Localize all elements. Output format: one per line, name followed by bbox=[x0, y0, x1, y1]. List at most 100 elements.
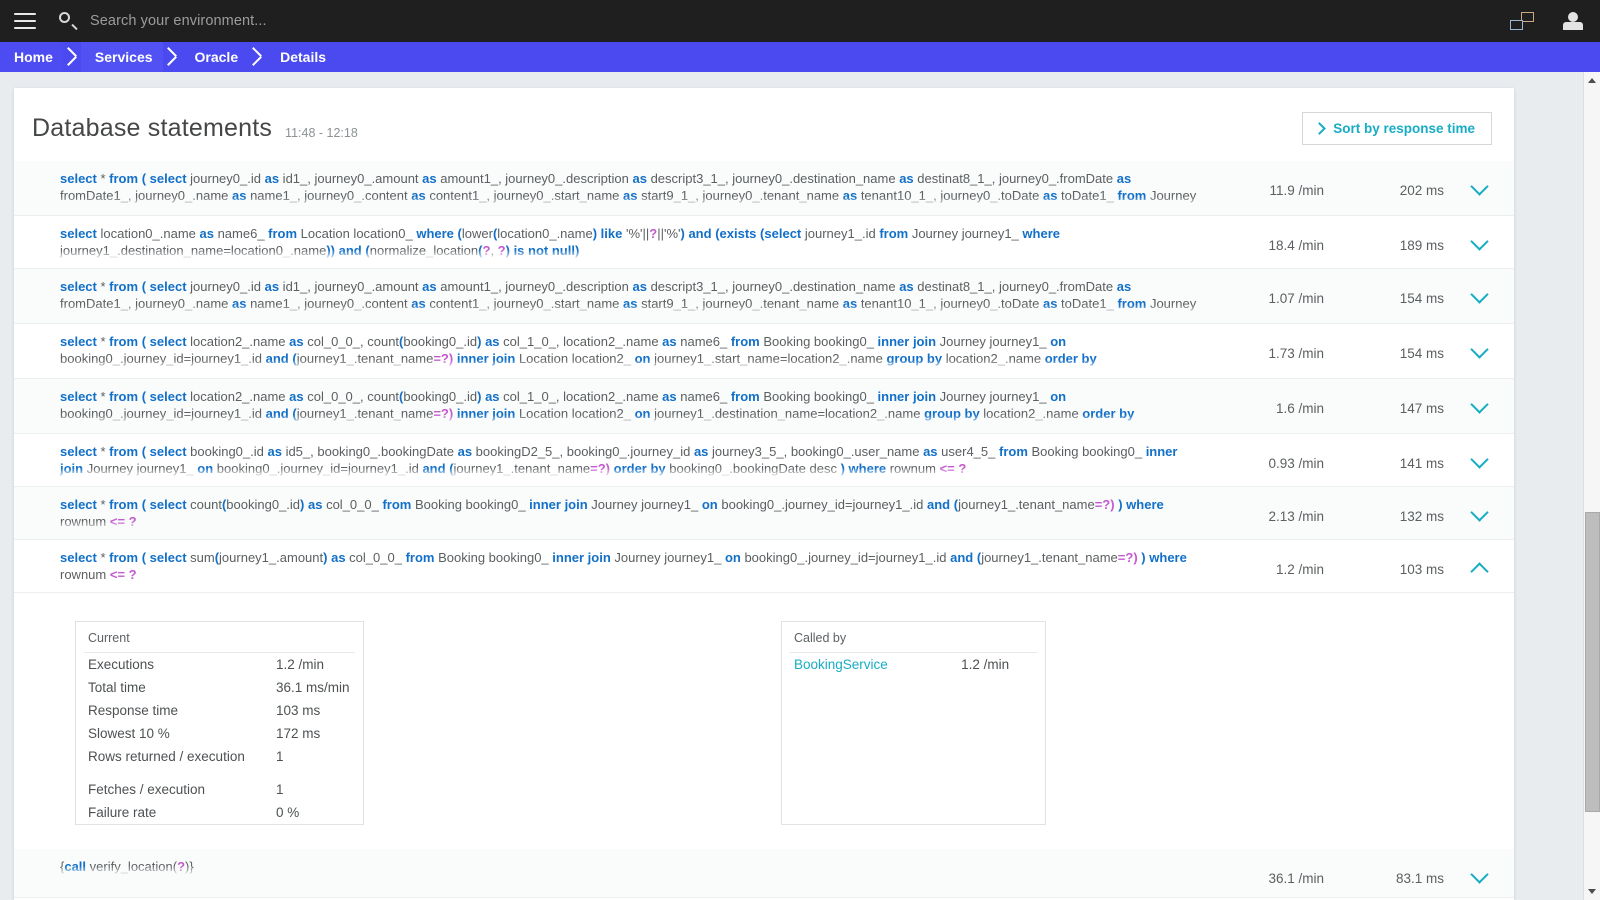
metric-row: Response time 103 ms bbox=[76, 699, 363, 722]
page-content: Database statements 11:48 - 12:18 Sort b… bbox=[0, 72, 1600, 900]
statement-row[interactable]: select * from ( select journey0_.id as i… bbox=[14, 269, 1514, 324]
metric-row: Executions 1.2 /min bbox=[76, 653, 363, 676]
statement-sql: select * from ( select location2_.name a… bbox=[14, 388, 1214, 424]
metric-label: Executions bbox=[88, 657, 155, 672]
called-by-rate: 1.2 /min bbox=[961, 657, 1010, 672]
scroll-up-arrow-icon[interactable] bbox=[1584, 72, 1600, 89]
metric-label: Failure rate bbox=[88, 805, 157, 820]
expand-row-button[interactable] bbox=[1444, 496, 1514, 522]
statement-response-time: 202 ms bbox=[1399, 183, 1444, 198]
page-title: Database statements bbox=[32, 114, 273, 142]
expand-row-button[interactable] bbox=[1444, 333, 1514, 359]
statement-response-time: 132 ms bbox=[1399, 509, 1444, 524]
top-bar bbox=[0, 0, 1600, 42]
breadcrumb-label: Details bbox=[280, 49, 327, 65]
sort-button-label: Sort by response time bbox=[1333, 121, 1475, 136]
statement-sql: select * from ( select journey0_.id as i… bbox=[14, 170, 1214, 206]
breadcrumb-label: Home bbox=[14, 49, 53, 65]
metric-row: Rows returned / execution 1 bbox=[76, 745, 363, 768]
expand-row-button[interactable] bbox=[1444, 858, 1514, 884]
user-icon[interactable] bbox=[1562, 11, 1584, 32]
statement-detail-panel: Current Executions 1.2 /min Total time 36.1 … bbox=[14, 593, 1514, 849]
breadcrumb-label: Services bbox=[94, 49, 153, 65]
statement-rate: 11.9 /min bbox=[1269, 183, 1324, 198]
time-range-label: 11:48 - 12:18 bbox=[285, 125, 358, 140]
statement-row[interactable]: select * from ( select booking0_.id as i… bbox=[14, 434, 1514, 487]
windows-icon[interactable] bbox=[1510, 11, 1534, 31]
statement-row-last[interactable]: {call verify_location(?)} 36.1 /min 83.1 m… bbox=[14, 849, 1514, 898]
scroll-down-arrow-icon[interactable] bbox=[1584, 883, 1600, 900]
top-bar-actions bbox=[1510, 0, 1584, 42]
chevron-down-icon bbox=[1469, 395, 1489, 414]
statement-sql: select * from ( select booking0_.id as i… bbox=[14, 443, 1214, 477]
scrollbar-thumb[interactable] bbox=[1585, 512, 1600, 812]
breadcrumb-separator-icon bbox=[63, 42, 81, 72]
expand-row-button[interactable] bbox=[1444, 170, 1514, 196]
statement-response-time: 154 ms bbox=[1399, 291, 1444, 306]
expand-row-button[interactable] bbox=[1444, 278, 1514, 304]
breadcrumb-separator-icon bbox=[248, 42, 266, 72]
chevron-down-icon bbox=[1469, 340, 1489, 359]
metric-value: 1 bbox=[276, 749, 284, 764]
chevron-up-icon bbox=[1469, 562, 1489, 581]
metric-value: 172 ms bbox=[276, 726, 321, 741]
breadcrumb-item-services[interactable]: Services bbox=[80, 42, 163, 72]
search-input[interactable] bbox=[90, 13, 510, 29]
statement-row[interactable]: select * from ( select journey0_.id as i… bbox=[14, 161, 1514, 216]
metric-label: Rows returned / execution bbox=[88, 749, 245, 764]
sort-by-response-time-button[interactable]: Sort by response time bbox=[1302, 112, 1492, 145]
breadcrumb-item-details[interactable]: Details bbox=[266, 42, 337, 72]
metric-value: 36.1 ms/min bbox=[276, 680, 350, 695]
statement-sql: select location0_.name as name6_ from Lo… bbox=[14, 225, 1214, 259]
statement-rate: 36.1 /min bbox=[1268, 871, 1324, 886]
expand-row-button[interactable] bbox=[1444, 225, 1514, 251]
statement-row[interactable]: select * from ( select count(booking0_.i… bbox=[14, 487, 1514, 540]
statement-list: select * from ( select journey0_.id as i… bbox=[14, 161, 1514, 900]
card-header: Database statements 11:48 - 12:18 Sort b… bbox=[14, 88, 1514, 161]
statement-response-time: 154 ms bbox=[1399, 346, 1444, 361]
metric-label: Fetches / execution bbox=[88, 782, 206, 797]
statement-sql: select * from ( select sum(journey1_.amo… bbox=[60, 550, 1187, 582]
metric-row: Failure rate 0 % bbox=[76, 801, 363, 824]
statement-rate: 0.93 /min bbox=[1268, 456, 1324, 471]
breadcrumb-item-home[interactable]: Home bbox=[0, 42, 63, 72]
chevron-down-icon bbox=[1469, 177, 1489, 196]
statement-response-time: 141 ms bbox=[1399, 456, 1444, 471]
chevron-down-icon bbox=[1469, 865, 1489, 884]
breadcrumb-separator-icon bbox=[163, 42, 181, 72]
metric-value: 0 % bbox=[276, 805, 300, 820]
statement-response-time: 83.1 ms bbox=[1395, 871, 1444, 886]
called-by-service-link[interactable]: BookingService bbox=[782, 653, 931, 676]
statement-row[interactable]: select * from ( select location2_.name a… bbox=[14, 379, 1514, 434]
search-icon bbox=[58, 11, 78, 31]
chevron-down-icon bbox=[1469, 285, 1489, 304]
statement-rate: 1.6 /min bbox=[1275, 401, 1324, 416]
hamburger-menu-icon[interactable] bbox=[14, 13, 36, 29]
breadcrumb-label: Oracle bbox=[194, 49, 239, 65]
statement-response-time: 103 ms bbox=[1399, 562, 1444, 577]
statement-row[interactable]: select * from ( select sum(journey1_.amo… bbox=[14, 540, 1514, 593]
expand-row-button[interactable] bbox=[1444, 388, 1514, 414]
metric-value: 103 ms bbox=[276, 703, 321, 718]
metric-label: Total time bbox=[88, 680, 146, 695]
collapse-row-button[interactable] bbox=[1444, 549, 1514, 581]
chevron-down-icon bbox=[1469, 503, 1489, 522]
expand-row-button[interactable] bbox=[1444, 443, 1514, 469]
breadcrumb-item-oracle[interactable]: Oracle bbox=[180, 42, 249, 72]
called-by-row: BookingService 1.2 /min bbox=[782, 653, 1045, 676]
metric-row: Total time 36.1 ms/min bbox=[76, 676, 363, 699]
statement-row[interactable]: select * from ( select location2_.name a… bbox=[14, 324, 1514, 379]
statement-row[interactable]: select location0_.name as name6_ from Lo… bbox=[14, 216, 1514, 269]
vertical-scrollbar[interactable] bbox=[1583, 72, 1600, 900]
called-by-header: Called by bbox=[794, 631, 847, 645]
chevron-down-icon bbox=[1469, 450, 1489, 469]
statement-sql: select * from ( select count(booking0_.i… bbox=[14, 496, 1214, 530]
current-metrics-header: Current bbox=[88, 631, 130, 645]
statement-rate: 18.4 /min bbox=[1268, 238, 1324, 253]
statement-sql: select * from ( select journey0_.id as i… bbox=[14, 278, 1214, 314]
metric-row: Fetches / execution 1 bbox=[76, 768, 363, 801]
called-by-box: Called by BookingService 1.2 /min bbox=[781, 621, 1046, 825]
statement-rate: 2.13 /min bbox=[1268, 509, 1324, 524]
chevron-right-icon bbox=[1313, 122, 1327, 135]
statement-rate: 1.73 /min bbox=[1268, 346, 1324, 361]
